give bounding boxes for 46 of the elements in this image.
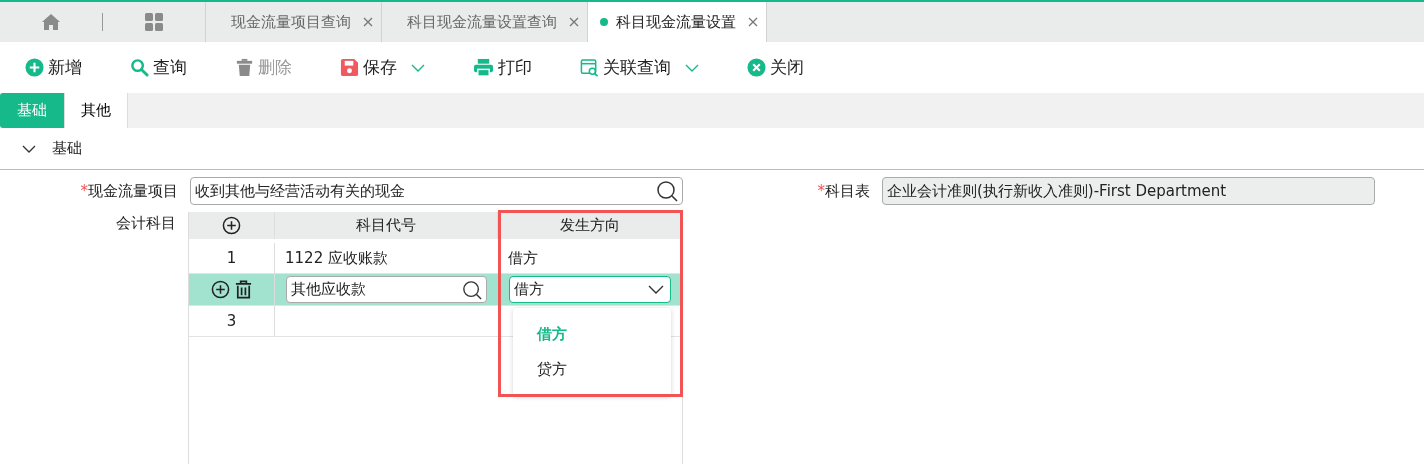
close-icon[interactable] (748, 17, 758, 27)
add-row-icon[interactable] (210, 280, 230, 299)
field-label: 会计科目 (115, 213, 176, 234)
required-mark: * (80, 181, 88, 200)
page-tab[interactable]: 现金流量项目查询 (205, 2, 381, 42)
form-tab[interactable]: 其他 (65, 93, 128, 128)
home-icon[interactable] (41, 12, 61, 32)
chevron-down-icon (411, 63, 425, 72)
table-cell: 1122 应收账款 (285, 248, 388, 268)
direction-select[interactable]: 借方 (509, 276, 671, 303)
page-tab[interactable]: 科目现金流量设置 (587, 2, 767, 42)
close-icon[interactable] (363, 17, 373, 27)
chevron-down-icon (648, 285, 664, 294)
search-icon (130, 58, 149, 77)
trash-icon (235, 58, 254, 77)
field-label: 现金流量项目 (88, 181, 178, 200)
required-mark: * (817, 181, 825, 200)
active-dot-icon (600, 18, 608, 26)
save-button[interactable]: 保存 (340, 56, 425, 79)
cash-flow-item-field[interactable]: 收到其他与经营活动有关的现金 (190, 177, 683, 205)
column-header: 科目代号 (275, 212, 498, 239)
chevron-down-icon (685, 63, 699, 72)
row-number: 1 (226, 249, 237, 267)
row-number: 3 (226, 312, 237, 330)
window-search-icon (580, 58, 599, 77)
close-button[interactable]: 关闭 (747, 56, 804, 79)
close-circle-icon (747, 58, 766, 77)
add-row-icon[interactable] (222, 216, 241, 235)
trash-icon[interactable] (233, 280, 253, 299)
section-title: 基础 (52, 139, 82, 158)
column-header: 发生方向 (498, 212, 682, 239)
add-button[interactable]: 新增 (25, 56, 82, 79)
field-label: 科目表 (825, 181, 870, 200)
grid-icon[interactable] (144, 12, 164, 32)
table-cell: 借方 (508, 248, 538, 268)
related-button[interactable]: 关联查询 (580, 56, 699, 79)
search-icon[interactable] (656, 180, 678, 202)
plus-circle-icon (25, 58, 44, 77)
printer-icon (473, 58, 494, 77)
dropdown-option[interactable]: 贷方 (513, 352, 671, 387)
close-icon[interactable] (569, 17, 579, 27)
account-code-field[interactable]: 其他应收款 (286, 276, 487, 303)
search-button[interactable]: 查询 (130, 56, 187, 79)
chevron-icon[interactable] (22, 144, 36, 153)
print-button[interactable]: 打印 (473, 56, 532, 79)
search-icon[interactable] (462, 279, 482, 300)
